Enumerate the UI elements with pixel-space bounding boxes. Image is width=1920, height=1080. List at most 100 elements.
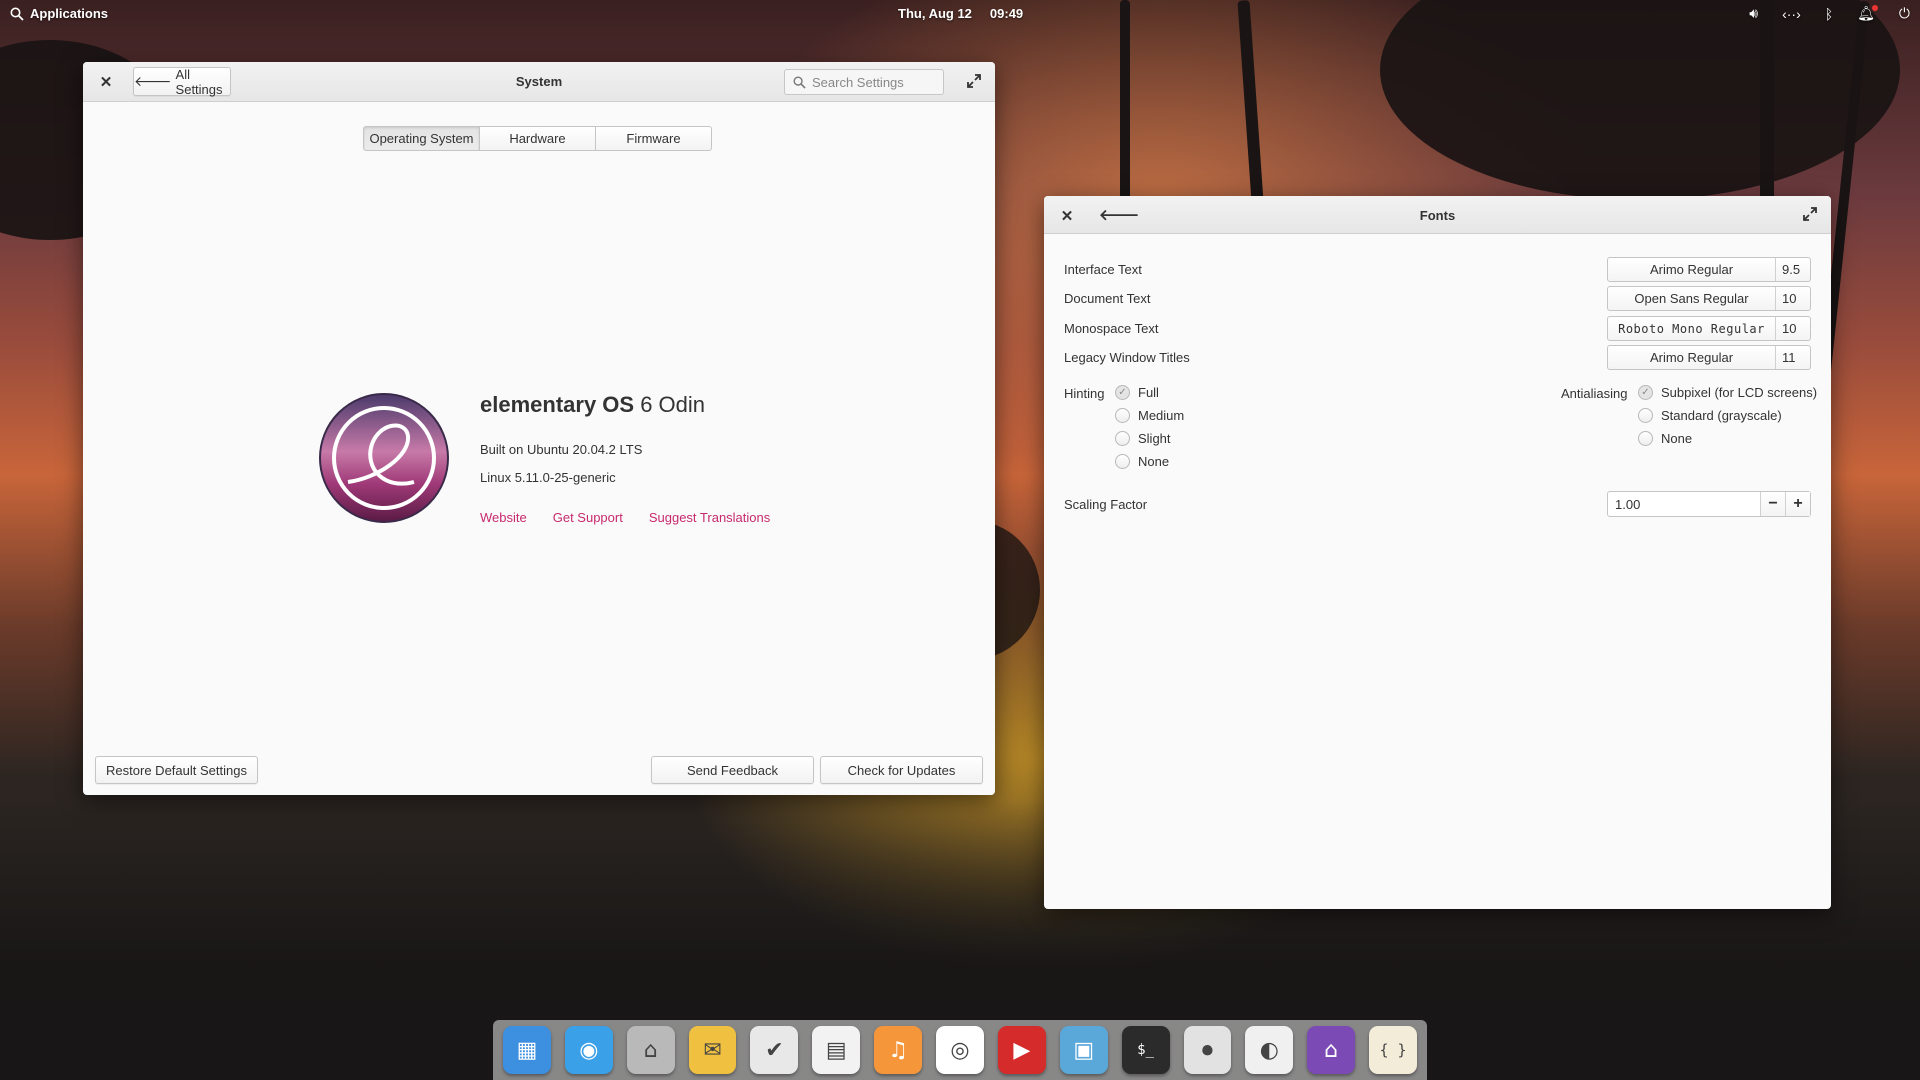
appcenter-icon[interactable]: ⌂ — [1307, 1026, 1356, 1074]
interface-text-label: Interface Text — [1064, 262, 1142, 277]
close-icon[interactable]: ✕ — [97, 73, 115, 91]
tasks-icon[interactable]: ✔ — [750, 1026, 799, 1074]
tab-hardware[interactable]: Hardware — [479, 126, 596, 151]
multitasking-view-icon[interactable]: ▦ — [503, 1026, 551, 1074]
search-icon — [793, 76, 806, 89]
elementary-logo — [319, 393, 449, 523]
maximize-icon[interactable] — [1801, 205, 1819, 223]
files-icon[interactable]: ⌂ — [626, 1026, 675, 1074]
search-placeholder: Search Settings — [812, 74, 904, 90]
dock-glyph: $_ — [1137, 1042, 1154, 1058]
hinting-medium-label: Medium — [1138, 408, 1185, 423]
document-font-button[interactable]: Open Sans Regular 10 — [1607, 286, 1811, 311]
mail-icon[interactable]: ✉ — [688, 1026, 737, 1074]
dock: ▦ ◉ ⌂ ✉ ✔ ▤ ♫ ◎ ▶ ▣ $_ ⏺ ◐ ⌂ { } — [493, 1020, 1427, 1080]
interface-font-size: 9.5 — [1782, 262, 1801, 277]
built-on-label: Built on Ubuntu 20.04.2 LTS — [480, 442, 643, 457]
tab-firmware[interactable]: Firmware — [595, 126, 712, 151]
dock-glyph: ⌂ — [1324, 1037, 1339, 1063]
search-icon — [10, 7, 24, 21]
decrease-button[interactable]: − — [1760, 492, 1785, 516]
bluetooth-icon[interactable]: ᛒ — [1825, 6, 1833, 22]
monospace-font-name: Roboto Mono Regular — [1608, 317, 1776, 340]
chrome-icon[interactable]: ◎ — [936, 1026, 984, 1074]
back-arrow-icon[interactable]: 🡐 — [1099, 205, 1139, 224]
legacy-window-titles-label: Legacy Window Titles — [1064, 350, 1190, 365]
window-title: Fonts — [1419, 208, 1456, 223]
system-settings-window: ✕ 🡐 All Settings System Search Settings … — [83, 62, 995, 795]
os-name: elementary OS 6 Odin — [480, 392, 705, 418]
monospace-font-size: 10 — [1782, 321, 1797, 336]
dock-glyph: ♫ — [888, 1037, 908, 1063]
volume-icon[interactable]: 🔊︎ — [1749, 5, 1758, 22]
all-settings-label: All Settings — [175, 66, 223, 97]
check-for-updates-button[interactable]: Check for Updates — [820, 756, 983, 784]
tab-bar: Operating System Hardware Firmware — [363, 126, 712, 151]
document-font-name: Open Sans Regular — [1608, 287, 1776, 310]
hinting-slight-radio[interactable]: Slight — [1115, 431, 1171, 446]
maximize-icon[interactable] — [965, 72, 983, 90]
code-icon[interactable]: { } — [1369, 1026, 1417, 1074]
time-label: 09:49 — [989, 6, 1024, 21]
monospace-font-button[interactable]: Roboto Mono Regular 10 — [1607, 316, 1811, 341]
scaling-factor-value[interactable]: 1.00 — [1608, 492, 1760, 516]
dock-glyph: ⏺ — [1201, 1037, 1213, 1063]
restore-default-settings-button[interactable]: Restore Default Settings — [95, 756, 258, 784]
fonts-window: ✕ 🡐 Fonts Interface Text Arimo Regular 9… — [1044, 196, 1831, 909]
dock-glyph: { } — [1379, 1041, 1407, 1059]
titlebar[interactable]: ✕ 🡐 All Settings System Search Settings — [83, 62, 995, 102]
legacy-titles-font-button[interactable]: Arimo Regular 11 — [1607, 345, 1811, 370]
hinting-none-radio[interactable]: None — [1115, 454, 1169, 469]
hinting-full-label: Full — [1138, 385, 1159, 400]
search-input[interactable]: Search Settings — [784, 69, 944, 95]
dock-glyph: ✉ — [703, 1037, 722, 1063]
antialiasing-label: Antialiasing — [1561, 386, 1628, 401]
dock-glyph: ◎ — [950, 1037, 970, 1063]
tab-operating-system[interactable]: Operating System — [363, 126, 480, 151]
titlebar[interactable]: ✕ 🡐 Fonts — [1044, 196, 1831, 234]
antialiasing-standard-radio[interactable]: Standard (grayscale) — [1638, 408, 1782, 423]
power-icon[interactable]: ⏻ — [1899, 5, 1910, 22]
all-settings-button[interactable]: 🡐 All Settings — [133, 66, 231, 97]
music-icon[interactable]: ♫ — [874, 1026, 923, 1074]
back-arrow-icon: 🡐 — [134, 73, 172, 89]
kernel-label: Linux 5.11.0-25-generic — [480, 470, 616, 485]
applications-menu[interactable]: Applications — [10, 6, 108, 21]
antialiasing-none-label: None — [1661, 431, 1693, 446]
dock-glyph: ▤ — [825, 1037, 847, 1063]
document-font-size: 10 — [1782, 291, 1797, 306]
document-text-label: Document Text — [1064, 291, 1151, 306]
calendar-icon[interactable]: ▤ — [812, 1026, 861, 1074]
scaling-factor-spinbutton[interactable]: 1.00 − + — [1607, 491, 1811, 517]
web-browser-icon[interactable]: ◉ — [564, 1026, 613, 1074]
radio-circle-icon — [1638, 431, 1653, 446]
send-feedback-button[interactable]: Send Feedback — [651, 756, 814, 784]
interface-font-name: Arimo Regular — [1608, 258, 1776, 281]
applications-label: Applications — [30, 6, 109, 21]
website-link[interactable]: Website — [480, 510, 527, 525]
terminal-icon[interactable]: $_ — [1121, 1026, 1170, 1074]
datetime-indicator[interactable]: Thu, Aug 12 09:49 — [898, 6, 1023, 21]
hinting-medium-radio[interactable]: Medium — [1115, 408, 1184, 423]
increase-button[interactable]: + — [1785, 492, 1810, 516]
close-icon[interactable]: ✕ — [1058, 207, 1076, 225]
radio-check-icon: ✓ — [1115, 385, 1130, 400]
hinting-slight-label: Slight — [1138, 431, 1171, 446]
radio-circle-icon — [1115, 431, 1130, 446]
antialiasing-none-radio[interactable]: None — [1638, 431, 1692, 446]
notifications-icon[interactable]: 🔔︎ — [1857, 5, 1878, 22]
photos-icon[interactable]: ▣ — [1059, 1026, 1108, 1074]
dock-glyph: ⌂ — [643, 1037, 658, 1063]
tweaks-icon[interactable]: ◐ — [1245, 1026, 1294, 1074]
get-support-link[interactable]: Get Support — [553, 510, 623, 525]
dock-glyph: ✔ — [765, 1037, 784, 1063]
interface-font-button[interactable]: Arimo Regular 9.5 — [1607, 257, 1811, 282]
hinting-full-radio[interactable]: ✓ Full — [1115, 385, 1159, 400]
system-settings-icon[interactable]: ⏺ — [1183, 1026, 1232, 1074]
dock-glyph: ▣ — [1073, 1037, 1095, 1063]
suggest-translations-link[interactable]: Suggest Translations — [649, 510, 770, 525]
antialiasing-subpixel-radio[interactable]: ✓ Subpixel (for LCD screens) — [1638, 385, 1817, 400]
radio-circle-icon — [1115, 454, 1130, 469]
videos-icon[interactable]: ▶ — [997, 1026, 1046, 1074]
network-icon[interactable]: ‹··› — [1782, 6, 1801, 22]
